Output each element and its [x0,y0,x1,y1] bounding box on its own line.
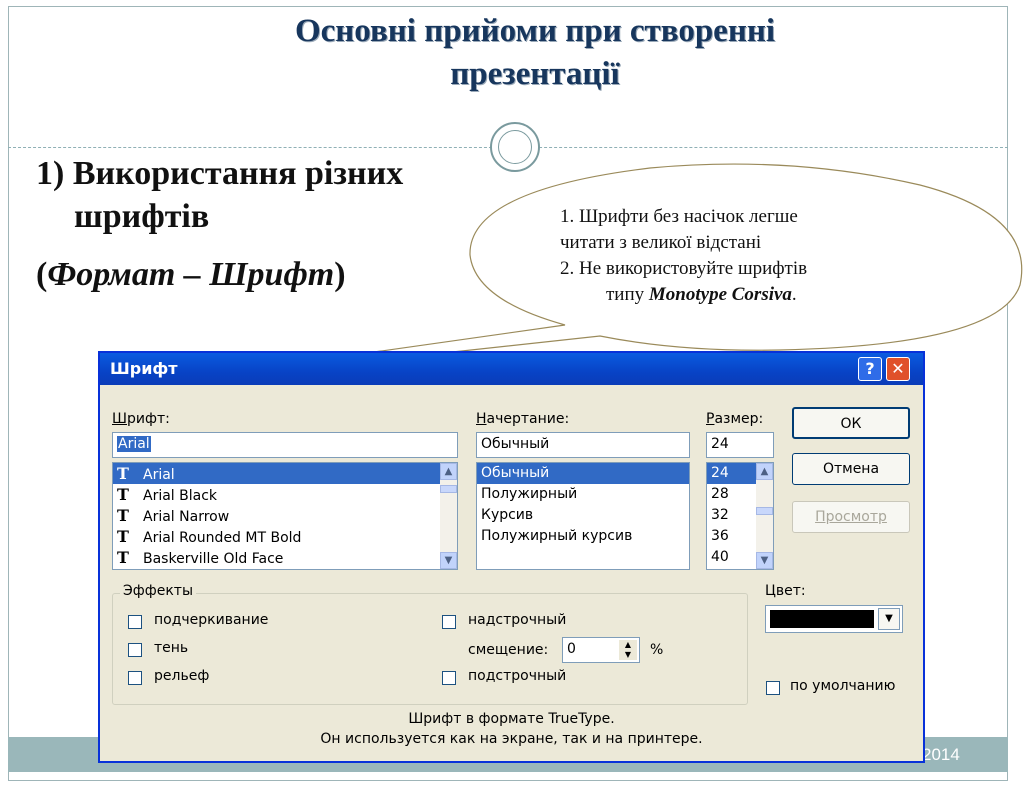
scroll-thumb[interactable] [440,485,457,493]
callout-line4-suffix: . [791,284,797,305]
font-label: Шрифт: [112,411,170,427]
preview-button-label: Просмотр [815,509,887,525]
font-info: Шрифт в формате TrueType. Он используетс… [100,709,923,749]
preview-button[interactable]: Просмотр [792,501,910,533]
font-dialog: Шрифт ? ✕ Шрифт: Arial T Arial T Arial Blac… [98,351,925,763]
font-size-input[interactable]: 24 [706,432,774,458]
help-icon[interactable]: ? [858,357,882,381]
underline-label[interactable]: подчеркивание [154,612,268,628]
callout-font-name: Monotype Corsiva [648,284,792,305]
truetype-icon: T [117,548,129,567]
font-name-input-value: Arial [117,436,151,452]
font-list-item[interactable]: T Arial Narrow [113,505,457,526]
font-size-input-value: 24 [711,436,729,452]
font-size-list-item-label: 40 [711,549,729,565]
offset-value: 0 [567,641,576,657]
callout-line1: 1. Шрифти без насічок легше [560,206,798,227]
font-list-rows: T Arial T Arial Black T Arial Narrow T Arial Ro… [113,463,457,568]
font-list-item-label: Arial Rounded MT Bold [143,530,302,546]
effects-group-label: Эффекты [120,583,196,599]
font-list-item-label: Arial Narrow [143,509,230,525]
size-label: Размер: [706,411,763,427]
subscript-checkbox[interactable] [442,671,456,685]
spinner-arrows-icon[interactable]: ▲ ▼ [619,640,637,660]
truetype-icon: T [117,485,129,504]
dialog-titlebar[interactable]: Шрифт ? ✕ [100,353,923,385]
font-list-item[interactable]: T Arial Rounded MT Bold [113,526,457,547]
font-label-accel: Ш [112,411,127,427]
color-label: Цвет: [765,583,806,599]
scroll-down-icon[interactable]: ▼ [440,552,457,569]
shadow-checkbox[interactable] [128,643,142,657]
font-list-item-label: Arial [143,467,175,483]
truetype-icon: T [117,527,129,546]
style-label-rest: ачертание: [486,411,570,427]
close-icon[interactable]: ✕ [886,357,910,381]
default-checkbox[interactable] [766,681,780,695]
font-size-list-item-label: 28 [711,486,729,502]
cancel-button[interactable]: Отмена [792,453,910,485]
font-list-item[interactable]: T Arial Black [113,484,457,505]
font-style-list-item-label: Полужирный [481,486,578,502]
font-style-list-item-label: Курсив [481,507,534,523]
font-style-list-item[interactable]: Полужирный курсив [477,526,689,547]
font-list-item[interactable]: T Baskerville Old Face [113,547,457,568]
font-style-list[interactable]: Обычный Полужирный Курсив Полужирный курсив [476,462,690,570]
font-info-line1: Шрифт в формате TrueType. [408,711,615,727]
scroll-up-icon[interactable]: ▲ [756,463,773,480]
underline-checkbox[interactable] [128,615,142,629]
style-label-accel: Н [476,411,487,427]
callout-text: 1. Шрифти без насічок легше читати з вел… [560,204,980,308]
callout-line4: типу Monotype Corsiva. [560,282,980,308]
font-size-list-item-label: 24 [711,465,729,481]
font-name-input[interactable]: Arial [112,432,458,458]
font-list-item[interactable]: T Arial [113,463,457,484]
emboss-label[interactable]: рельеф [154,668,209,684]
size-label-rest: азмер: [714,411,764,427]
font-style-input[interactable]: Обычный [476,432,690,458]
offset-unit: % [650,642,664,658]
font-style-input-value: Обычный [481,436,550,452]
chevron-down-icon[interactable]: ▼ [878,608,900,630]
default-label[interactable]: по умолчанию [790,678,895,694]
font-style-list-item-label: Обычный [481,465,550,481]
font-info-line2: Он используется как на экране, так и на … [320,731,703,747]
style-label: Начертание: [476,411,569,427]
scroll-down-icon[interactable]: ▼ [756,552,773,569]
ok-button[interactable]: ОК [792,407,910,439]
font-style-list-item[interactable]: Обычный [477,463,689,484]
font-style-list-item-label: Полужирный курсив [481,528,633,544]
dialog-title: Шрифт [110,359,178,378]
font-size-list-item-label: 36 [711,528,729,544]
truetype-icon: T [117,506,129,525]
shadow-label[interactable]: тень [154,640,188,656]
emboss-checkbox[interactable] [128,671,142,685]
callout-line2: читати з великої відстані [560,232,762,253]
font-style-list-rows: Обычный Полужирный Курсив Полужирный курсив [477,463,689,547]
scroll-up-icon[interactable]: ▲ [440,463,457,480]
callout-line4-prefix: типу [606,284,649,305]
font-label-rest: рифт: [126,411,170,427]
color-select[interactable]: ▼ [765,605,903,633]
font-list-item-label: Baskerville Old Face [143,551,284,567]
font-style-list-item[interactable]: Курсив [477,505,689,526]
font-list-item-label: Arial Black [143,488,218,504]
scroll-thumb[interactable] [756,507,773,515]
font-size-list-item-label: 32 [711,507,729,523]
offset-label: смещение: [468,642,549,658]
font-list[interactable]: T Arial T Arial Black T Arial Narrow T Arial Ro… [112,462,458,570]
callout-line3: 2. Не використовуйте шрифтів [560,258,808,279]
size-list-scrollbar[interactable]: ▲ ▼ [756,463,773,569]
superscript-label[interactable]: надстрочный [468,612,566,628]
subscript-label[interactable]: подстрочный [468,668,566,684]
font-list-scrollbar[interactable]: ▲ ▼ [440,463,457,569]
color-swatch [770,610,874,628]
font-style-list-item[interactable]: Полужирный [477,484,689,505]
offset-spinner[interactable]: 0 ▲ ▼ [562,637,640,663]
font-size-list[interactable]: 24 28 32 36 40 ▲ ▼ [706,462,774,570]
superscript-checkbox[interactable] [442,615,456,629]
truetype-icon: T [117,464,129,483]
